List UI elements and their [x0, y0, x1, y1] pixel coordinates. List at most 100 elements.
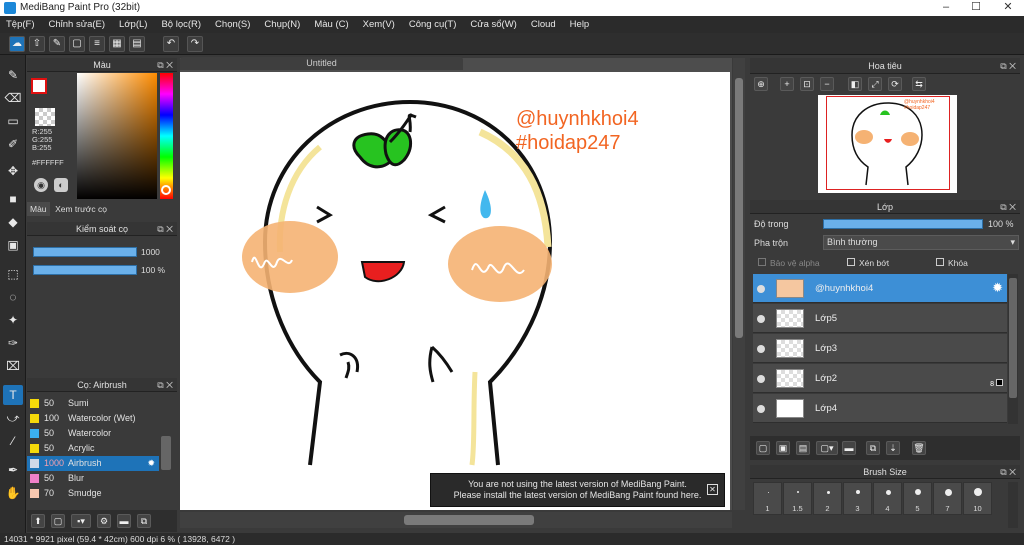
document-tab[interactable]: Untitled: [180, 57, 463, 70]
new-layer-icon[interactable]: ▢: [756, 441, 770, 455]
eraser-tool-icon[interactable]: ⌫: [3, 88, 23, 108]
document-icon[interactable]: ≡: [89, 36, 105, 52]
lock-option[interactable]: Khóa: [936, 258, 968, 268]
visibility-icon[interactable]: [757, 375, 765, 383]
menu-cloud[interactable]: Cloud: [531, 19, 556, 30]
eyedropper-tool-icon[interactable]: ✒: [3, 460, 23, 480]
menu-filter[interactable]: Bộ lọc(R): [161, 19, 201, 30]
menu-select[interactable]: Chọn(S): [215, 19, 250, 30]
menu-layer[interactable]: Lớp(L): [119, 19, 147, 30]
zoom-out-icon[interactable]: −: [820, 77, 834, 91]
brush-list-scrollbar[interactable]: [161, 436, 171, 470]
settings-icon[interactable]: ▤: [129, 36, 145, 52]
brush-size-cell[interactable]: 7: [933, 482, 962, 515]
text-tool-icon[interactable]: T: [3, 385, 23, 405]
brush-size-cell[interactable]: 1.5: [783, 482, 812, 515]
clipping-option[interactable]: Xén bớt: [847, 258, 889, 268]
protect-alpha-checkbox[interactable]: [758, 258, 766, 266]
dropper-tool-icon[interactable]: ⁄: [3, 431, 23, 451]
foreground-color-swatch[interactable]: [31, 78, 47, 94]
brush-size-cell[interactable]: 3: [843, 482, 872, 515]
close-window-button[interactable]: ✕: [994, 0, 1022, 16]
hue-slider[interactable]: [160, 73, 173, 199]
panel-controls-icon[interactable]: ⧉ ✕: [157, 222, 173, 236]
panel-controls-icon[interactable]: ⧉ ✕: [1000, 465, 1016, 479]
maximize-button[interactable]: ☐: [962, 0, 990, 16]
layer-scroll-thumb[interactable]: [1009, 278, 1017, 398]
layer-menu-icon[interactable]: ▢▾: [816, 441, 838, 455]
redo-icon[interactable]: ↷: [187, 36, 203, 52]
panel-controls-icon[interactable]: ⧉ ✕: [157, 58, 173, 72]
brush-size-slider[interactable]: [33, 247, 137, 257]
cloud-icon[interactable]: ☁: [9, 36, 25, 52]
duplicate-layer-icon[interactable]: ⧉: [866, 441, 880, 455]
canvas-vertical-scrollbar[interactable]: [733, 58, 745, 510]
brush-size-scrollbar[interactable]: [1008, 482, 1018, 528]
bucket-tool-icon[interactable]: ◆: [3, 212, 23, 232]
tab-brush-preview[interactable]: Xem trước cọ: [52, 202, 110, 216]
move-tool-icon[interactable]: ✥: [3, 161, 23, 181]
layer-row[interactable]: Lớp2 8: [753, 364, 1007, 393]
brush-item[interactable]: 50 Blur: [27, 471, 159, 486]
brush-size-cell[interactable]: 10: [963, 482, 992, 515]
menu-view[interactable]: Xem(V): [363, 19, 395, 30]
brush-menu-icon[interactable]: ▪▾: [71, 514, 91, 528]
brush-item[interactable]: 50 Sumi: [27, 396, 159, 411]
menu-tools[interactable]: Công cụ(T): [409, 19, 457, 30]
panel-controls-icon[interactable]: ⧉ ✕: [1000, 200, 1016, 214]
fit-icon[interactable]: ⊡: [800, 77, 814, 91]
canvas-horizontal-scrollbar[interactable]: [180, 512, 732, 528]
new-color-layer-icon[interactable]: ▣: [776, 441, 790, 455]
layer-folder-icon[interactable]: ▬: [842, 441, 856, 455]
tab-color[interactable]: Màu: [27, 202, 50, 216]
zoom-plus-icon[interactable]: +: [780, 77, 794, 91]
menu-color[interactable]: Màu (C): [314, 19, 348, 30]
brush-size-cell[interactable]: 5: [903, 482, 932, 515]
brush-item[interactable]: 100 Watercolor (Wet): [27, 411, 159, 426]
panel-controls-icon[interactable]: ⧉ ✕: [157, 378, 173, 392]
panel-controls-icon[interactable]: ⧉ ✕: [1000, 58, 1016, 74]
delete-layer-icon[interactable]: 🗑: [912, 441, 926, 455]
visibility-icon[interactable]: [757, 405, 765, 413]
menu-edit[interactable]: Chỉnh sửa(E): [49, 19, 106, 30]
pen-tool-icon[interactable]: ✐: [3, 134, 23, 154]
brush-size-cell[interactable]: 2: [813, 482, 842, 515]
select-eraser-icon[interactable]: ⌧: [3, 356, 23, 376]
visibility-icon[interactable]: [757, 315, 765, 323]
zoom-in-icon[interactable]: ⊕: [754, 77, 768, 91]
brush-item[interactable]: 50 Watercolor: [27, 426, 159, 441]
update-notice[interactable]: You are not using the latest version of …: [430, 473, 725, 507]
add-brush-icon[interactable]: ⬆: [31, 514, 45, 528]
merge-layer-icon[interactable]: ⇣: [886, 441, 900, 455]
layer-row[interactable]: Lớp4: [753, 394, 1007, 423]
menu-window[interactable]: Cửa sổ(W): [470, 19, 516, 30]
magic-wand-icon[interactable]: ✦: [3, 310, 23, 330]
brush-settings-icon[interactable]: ⚙: [97, 514, 111, 528]
select-pen-icon[interactable]: ✑: [3, 333, 23, 353]
layer-row[interactable]: Lớp3: [753, 334, 1007, 363]
rectangle-tool-icon[interactable]: ▭: [3, 111, 23, 131]
new-brush-icon[interactable]: ▢: [51, 514, 65, 528]
brush-tool-icon[interactable]: ✎: [3, 65, 23, 85]
actual-size-icon[interactable]: ◧: [848, 77, 862, 91]
horizontal-scroll-thumb[interactable]: [404, 515, 534, 525]
brush-size-cell[interactable]: 1: [753, 482, 782, 515]
undo-icon[interactable]: ↶: [163, 36, 179, 52]
drawing-canvas[interactable]: @huynhkhoi4 #hoidap247: [180, 72, 730, 510]
protect-alpha-option[interactable]: Bảo vệ alpha: [758, 258, 820, 268]
new-halftone-layer-icon[interactable]: ▤: [796, 441, 810, 455]
gear-icon[interactable]: ✹: [147, 456, 155, 471]
lock-checkbox[interactable]: [936, 258, 944, 266]
rotate-icon[interactable]: ⟳: [888, 77, 902, 91]
brush-opacity-slider[interactable]: [33, 265, 137, 275]
brush-item[interactable]: 1000 Airbrush ✹: [27, 456, 159, 471]
duplicate-icon[interactable]: ⧉: [137, 514, 151, 528]
hue-handle[interactable]: [161, 185, 171, 195]
navigator-thumbnail[interactable]: @huynhkhoi4 #hoidap247: [818, 95, 957, 193]
hand-tool-icon[interactable]: ✋: [3, 483, 23, 503]
menu-capture[interactable]: Chụp(N): [264, 19, 300, 30]
saturation-value-picker[interactable]: [77, 73, 157, 199]
menu-help[interactable]: Help: [570, 19, 590, 30]
gear-icon[interactable]: ✹: [992, 280, 1003, 296]
fill-rect-tool-icon[interactable]: ■: [3, 189, 23, 209]
